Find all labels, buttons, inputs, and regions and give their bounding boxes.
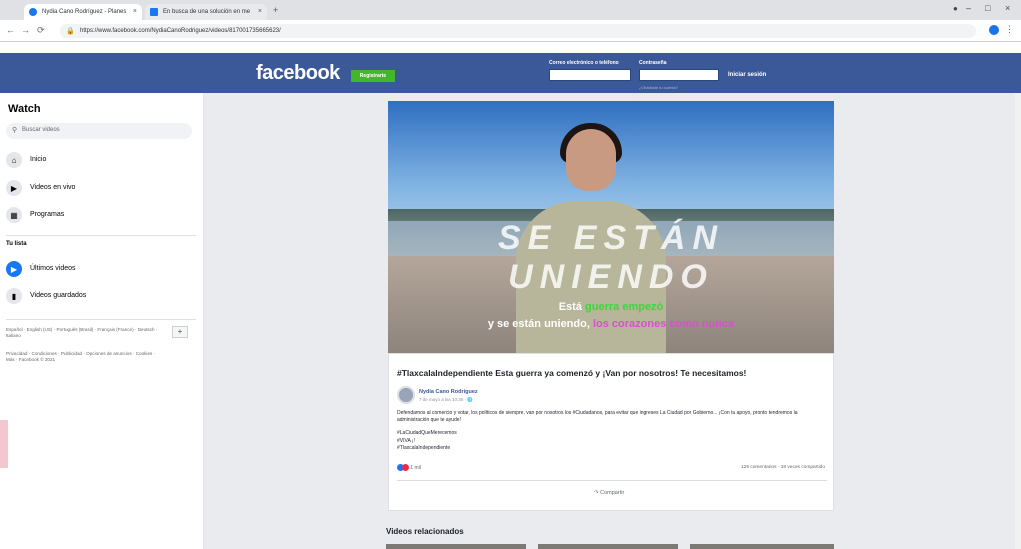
post-timestamp[interactable]: 7 de mayo a las 10:30 · 🌐 [419, 397, 473, 403]
share-label: Compartir [600, 490, 625, 496]
url-input[interactable]: 🔒 https://www.facebook.com/NydiaCanoRodr… [60, 24, 976, 38]
sidebar-item-label: Videos guardados [30, 292, 87, 299]
facebook-logo[interactable]: facebook [256, 62, 340, 85]
video-caption-line-2: y se están uniendo, los corazones como n… [388, 318, 834, 330]
divider [6, 319, 196, 320]
facebook-header: facebook Registrarte Correo electrónico … [0, 53, 1021, 93]
browser-menu-icon[interactable]: ⋮ [1005, 24, 1014, 35]
password-field[interactable] [639, 69, 719, 81]
sidebar-item-label: Últimos videos [30, 265, 76, 272]
minimize-button[interactable]: – [966, 3, 971, 13]
search-placeholder: Buscar videos [22, 127, 60, 133]
bookmark-icon: ▮ [6, 288, 22, 304]
caption-highlight: guerra empezó [585, 301, 664, 313]
footer-links[interactable]: Privacidad · Condiciones · Publicidad · … [6, 351, 156, 363]
video-player[interactable]: SE ESTÁN UNIENDO Está guerra empezó y se… [388, 101, 834, 353]
related-videos-title: Videos relacionados [386, 527, 464, 536]
section-label: Tu lista [6, 241, 27, 247]
search-input[interactable]: ⚲ Buscar videos [6, 123, 192, 139]
sidebar-item-home[interactable]: ⌂ Inicio [6, 151, 196, 171]
sidebar-item-latest[interactable]: ▶ Últimos videos [6, 260, 196, 280]
sidebar-item-shows[interactable]: ▦ Programas [6, 206, 196, 226]
maximize-button[interactable]: □ [985, 3, 990, 13]
post-card: #TlaxcalaIndependiente Esta guerra ya co… [388, 353, 834, 511]
browser-tab-strip: Nydia Cano Rodríguez - Planes × En busca… [0, 0, 1021, 20]
facebook-favicon-icon [29, 8, 37, 16]
live-icon: ▶ [6, 180, 22, 196]
sidebar-item-label: Videos en vivo [30, 184, 76, 191]
tab-close-icon[interactable]: × [133, 8, 137, 15]
home-icon: ⌂ [6, 152, 22, 168]
caption-highlight: los corazones como nunca [592, 318, 735, 330]
tab-close-icon[interactable]: × [258, 8, 262, 15]
page-favicon-icon [150, 8, 158, 16]
profile-avatar-icon[interactable] [989, 25, 999, 35]
caption-text: y se están uniendo, [487, 318, 590, 330]
shows-icon: ▦ [6, 207, 22, 223]
avatar[interactable] [397, 386, 415, 404]
sidebar-title: Watch [8, 103, 41, 115]
lock-icon: 🔒 [66, 28, 75, 35]
email-label: Correo electrónico o teléfono [549, 60, 619, 66]
post-hashtags: #LaCiudadQueMerecemos #VIVA ¡! #Tlaxcala… [397, 430, 457, 453]
address-bar-row: ← → ⟳ 🔒 https://www.facebook.com/NydiaCa… [0, 20, 1021, 42]
sidebar-item-live[interactable]: ▶ Videos en vivo [6, 179, 196, 199]
video-person-head [566, 129, 616, 191]
related-video-thumbnail[interactable] [690, 544, 834, 549]
add-language-button[interactable]: + [172, 326, 188, 338]
tab-title: En busca de una solución en me [163, 9, 251, 15]
hashtag-link[interactable]: #VIVA ¡! [397, 438, 457, 446]
reactions-count: 1 mil [410, 464, 421, 471]
related-video-thumbnail[interactable] [386, 544, 526, 549]
url-text: https://www.facebook.com/NydiaCanoRodrig… [80, 28, 281, 34]
sidebar-item-saved[interactable]: ▮ Videos guardados [6, 287, 196, 307]
main-content: SE ESTÁN UNIENDO Está guerra empezó y se… [204, 93, 1021, 549]
reactions-summary[interactable]: 1 mil [397, 464, 421, 471]
post-author[interactable]: Nydia Cano Rodríguez [419, 389, 478, 395]
search-icon: ⚲ [12, 127, 18, 134]
watch-sidebar: Watch ⚲ Buscar videos ⌂ Inicio ▶ Videos … [0, 93, 204, 549]
login-button[interactable]: Iniciar sesión [728, 69, 766, 81]
sidebar-item-label: Inicio [30, 156, 47, 163]
password-label: Contraseña [639, 60, 667, 66]
hashtag-link[interactable]: #LaCiudadQueMerecemos [397, 430, 457, 438]
divider [397, 480, 827, 481]
back-icon[interactable]: ← [6, 25, 15, 35]
reload-icon[interactable]: ⟳ [37, 25, 45, 36]
sidebar-item-label: Programas [30, 211, 65, 218]
browser-tab-active[interactable]: Nydia Cano Rodríguez - Planes × [24, 4, 142, 20]
browser-tab-inactive[interactable]: En busca de una solución en me × [145, 4, 267, 20]
love-icon [402, 464, 409, 471]
video-caption-line-1: Está guerra empezó [388, 301, 834, 313]
share-button[interactable]: ↷ Compartir [594, 490, 624, 496]
decorative-edge [0, 420, 8, 468]
language-links[interactable]: Español · English (US) · Português (Bras… [6, 327, 166, 339]
forward-icon[interactable]: → [21, 25, 30, 35]
post-body: Defendamos al comercio y votar, los polí… [397, 410, 798, 423]
related-video-thumbnail[interactable] [538, 544, 678, 549]
post-title: #TlaxcalaIndependiente Esta guerra ya co… [397, 368, 747, 378]
new-tab-button[interactable]: + [273, 5, 278, 15]
profile-icon[interactable]: ● [953, 4, 958, 13]
scrollbar[interactable] [1015, 93, 1021, 549]
forgot-account-link[interactable]: ¿Olvidaste tu cuenta? [639, 85, 678, 90]
divider [6, 235, 196, 236]
play-icon: ▶ [6, 261, 22, 277]
post-stats[interactable]: 125 comentarios · 18 veces compartido [741, 465, 825, 470]
video-overlay-title: SE ESTÁN UNIENDO [497, 219, 725, 296]
tab-title: Nydia Cano Rodríguez - Planes [42, 9, 127, 15]
share-icon: ↷ [594, 490, 599, 496]
caption-text: Está [558, 301, 582, 313]
hashtag-link[interactable]: #TlaxcalaIndependiente [397, 445, 457, 453]
signup-button[interactable]: Registrarte [351, 70, 395, 82]
email-field[interactable] [549, 69, 631, 81]
window-close-button[interactable]: × [1005, 3, 1010, 13]
